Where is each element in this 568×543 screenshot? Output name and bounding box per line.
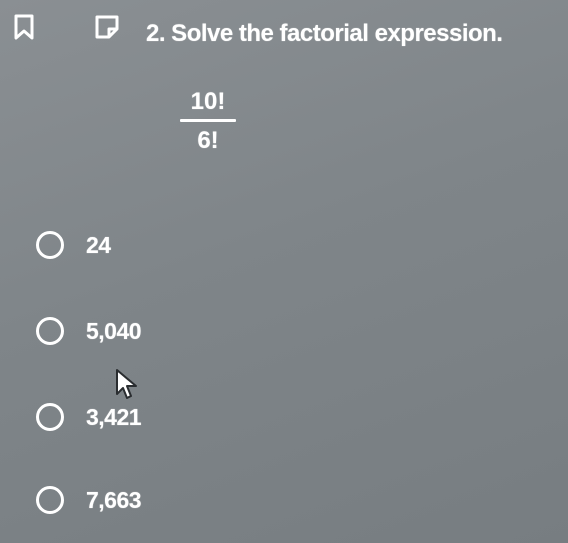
bookmark-icon[interactable] — [14, 14, 34, 40]
option-label: 5,040 — [86, 317, 142, 344]
radio-button[interactable] — [36, 317, 64, 345]
option-label: 3,421 — [86, 403, 142, 430]
answer-option-1[interactable]: 24 — [36, 225, 111, 265]
option-label: 24 — [86, 231, 111, 258]
question-title: 2. Solve the factorial expression. — [146, 20, 503, 47]
fraction-bar — [180, 119, 236, 122]
radio-button[interactable] — [36, 486, 64, 514]
answer-option-3[interactable]: 3,421 — [36, 397, 142, 437]
option-label: 7,663 — [86, 486, 142, 513]
answer-option-4[interactable]: 7,663 — [36, 480, 142, 520]
fraction-numerator: 10! — [190, 88, 226, 115]
radio-button[interactable] — [36, 403, 64, 431]
factorial-fraction: 10! 6! — [180, 88, 236, 155]
note-icon[interactable] — [94, 14, 120, 40]
fraction-denominator: 6! — [197, 127, 219, 154]
answer-option-2[interactable]: 5,040 — [36, 311, 142, 351]
radio-button[interactable] — [36, 231, 64, 259]
